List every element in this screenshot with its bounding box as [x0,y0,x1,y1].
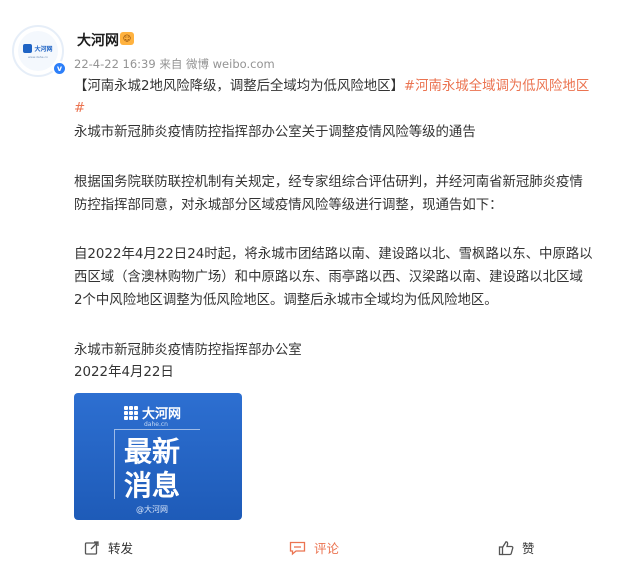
image-title: 最新 消息 [124,435,180,503]
dahe-logo-icon [23,43,33,53]
notice-date: 2022年4月22日 [74,365,174,380]
post-meta: 22-4-22 16:39 来自 微博 weibo.com [74,56,275,72]
topic-link-end[interactable]: # [74,97,614,120]
post-source[interactable]: 来自 微博 weibo.com [159,57,274,71]
comment-button[interactable]: 评论 [289,538,339,557]
image-title-line: 最新 [124,435,181,468]
share-button[interactable]: 转发 [84,538,133,557]
notice-title: 永城市新冠肺炎疫情防控指挥部办公室关于调整疫情风险等级的通告 [74,125,476,140]
dahe-logo-icon [124,405,138,420]
share-label: 转发 [108,541,134,556]
post-image[interactable]: 大河网 dahe.cn 最新 消息 @大河网 [74,393,242,520]
paragraph-line: 根据国务院联防联控机制有关规定，经专家组综合评估研判，并经河南省新冠肺炎疫情 [74,175,583,190]
paragraph-line: 西区域（含澳林购物广场）和中原路以东、雨亭路以西、汉梁路以南、建设路以北区域 [74,270,583,285]
paragraph-line: 自2022年4月22日24时起，将永城市团结路以南、建设路以北、雪枫路以东、中原… [74,247,593,262]
image-title-line: 消息 [124,469,181,502]
image-watermark: @大河网 [136,505,168,514]
comment-label: 评论 [314,541,340,556]
like-button[interactable]: 赞 [498,538,535,557]
paragraph-line: 2个中风险地区调整为低风险地区。调整后永城市全域均为低风险地区。 [74,293,498,308]
avatar-logo-text: 大河网 [34,45,53,53]
post-timestamp[interactable]: 22-4-22 16:39 [74,57,156,71]
action-bar: 转发 评论 赞 [0,530,620,566]
fan-badge-icon: ☺ [120,32,134,45]
avatar-sub-text: www.dahe.cn [27,54,49,59]
topic-link[interactable]: #河南永城全域调为低风险地区 [404,79,589,94]
paragraph-line: 防控指挥部同意，对永城部分区域疫情风险等级进行调整，现通告如下： [74,198,503,213]
like-label: 赞 [522,541,535,556]
thumbs-up-icon [498,540,514,555]
share-icon [84,540,99,555]
post-headline: 【河南永城2地风险降级，调整后全域均为低风险地区】 [74,79,404,94]
comment-icon [289,541,306,555]
post-headline-line: 【河南永城2地风险降级，调整后全域均为低风险地区】#河南永城全域调为低风险地区 [74,75,614,98]
image-logo-domain: dahe.cn [144,421,168,428]
verified-v-icon: v [52,61,67,76]
notice-signature: 永城市新冠肺炎疫情防控指挥部办公室 [74,343,302,358]
author-name[interactable]: 大河网 [77,30,119,50]
image-logo-text: 大河网 [142,407,182,422]
